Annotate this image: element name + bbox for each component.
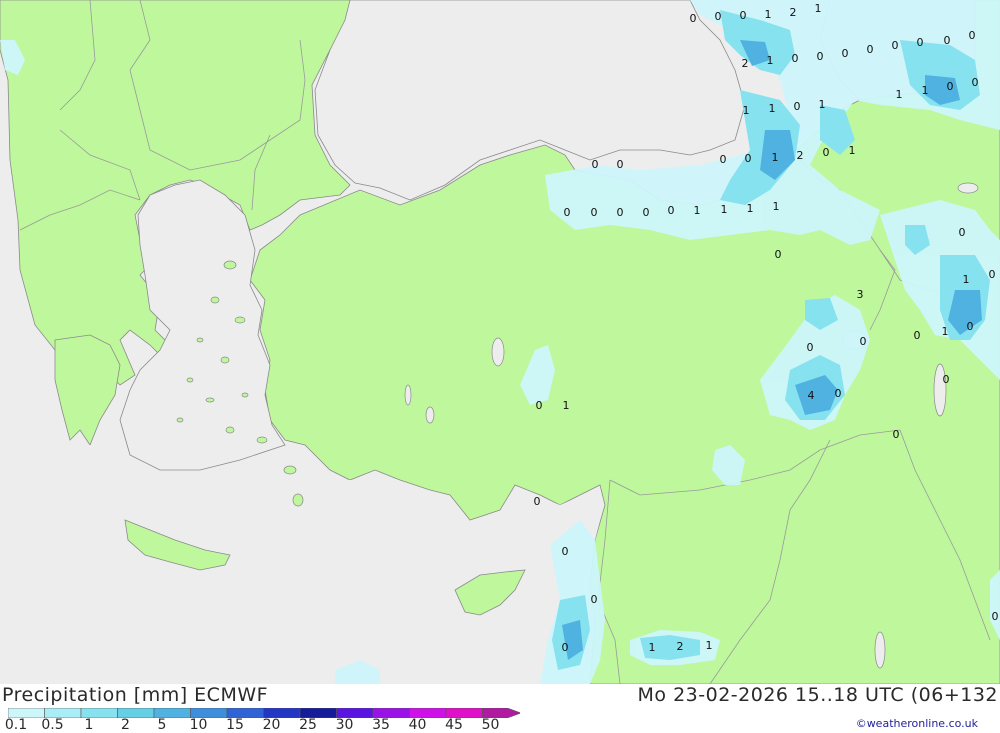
map-value: 2	[797, 149, 804, 162]
map-value: 3	[857, 288, 864, 301]
map-value: 0	[591, 206, 598, 219]
map-value: 1	[743, 104, 750, 117]
map-value: 1	[896, 88, 903, 101]
map-value: 0	[992, 610, 999, 623]
map-value: 0	[892, 39, 899, 52]
map-value: 0	[617, 158, 624, 171]
map-value: 1	[819, 98, 826, 111]
forecast-map-panel: 0 0 0 1 2 1 0 2 1 0 0 0 0 0 0 0 0 0 1 1 …	[0, 0, 1000, 733]
map-value: 4	[808, 389, 815, 402]
map-value: 0	[775, 248, 782, 261]
map-value: 0	[720, 153, 727, 166]
map-value: 0	[944, 34, 951, 47]
legend-label: 10	[189, 717, 208, 733]
map-value: 0	[842, 47, 849, 60]
map-value: 0	[794, 100, 801, 113]
map-value: 0	[617, 206, 624, 219]
map-value: 1	[769, 102, 776, 115]
credit-link[interactable]: ©weatheronline.co.uk	[856, 717, 978, 730]
map-value: 0	[823, 146, 830, 159]
map-value: 2	[790, 6, 797, 19]
map-value: 0	[592, 158, 599, 171]
legend-label: 20	[262, 717, 281, 733]
map-value: 1	[706, 639, 713, 652]
map-value: 0	[715, 10, 722, 23]
map-value: 1	[815, 2, 822, 15]
legend-label: 1	[84, 717, 94, 733]
map-value: 0	[643, 206, 650, 219]
legend-label: 25	[299, 717, 317, 733]
map-value: 0	[893, 428, 900, 441]
legend-label: 45	[445, 717, 463, 733]
map-value: 1	[649, 641, 656, 654]
legend-label: 15	[226, 717, 244, 733]
map-value: 1	[721, 203, 728, 216]
map-value: 0	[914, 329, 921, 342]
map-value: 1	[563, 399, 570, 412]
map-value: 0	[745, 152, 752, 165]
map-value: 0	[668, 204, 675, 217]
map-value: 0	[562, 545, 569, 558]
map-value: 0	[807, 341, 814, 354]
map-value: 2	[742, 57, 749, 70]
map-value: 1	[767, 54, 774, 67]
map-value: 0	[690, 12, 697, 25]
map-value: 1	[942, 325, 949, 338]
map-value: 0	[959, 226, 966, 239]
legend-label: 40	[408, 717, 427, 733]
map-value: 0	[534, 495, 541, 508]
map-value: 1	[773, 200, 780, 213]
map-value: 0	[969, 29, 976, 42]
map-value: 0	[562, 641, 569, 654]
map-value: 0	[943, 373, 950, 386]
map-value: 0	[860, 335, 867, 348]
map-value: 0	[947, 80, 954, 93]
map-value: 0	[817, 50, 824, 63]
map-value: 0	[835, 387, 842, 400]
precipitation-map: 0 0 0 1 2 1 0 2 1 0 0 0 0 0 0 0 0 0 1 1 …	[0, 0, 1000, 684]
legend-footer: Precipitation [mm] ECMWF Mo 23-02-2026 1…	[0, 684, 1000, 733]
map-value: 0	[740, 9, 747, 22]
map-value: 1	[694, 204, 701, 217]
valid-time: Mo 23-02-2026 15..18 UTC (06+132	[637, 684, 998, 706]
legend-label: 0.1	[4, 717, 28, 733]
map-value: 1	[765, 8, 772, 21]
legend-label: 2	[121, 717, 130, 733]
map-value: 1	[747, 202, 754, 215]
legend-label: 0.5	[41, 717, 64, 733]
map-value: 1	[963, 273, 970, 286]
map-value: 0	[564, 206, 571, 219]
map-value: 0	[967, 320, 974, 333]
map-value: 1	[922, 84, 929, 97]
legend-label: 30	[335, 717, 354, 733]
map-title: Precipitation [mm] ECMWF	[2, 684, 269, 706]
legend-label: 35	[372, 717, 390, 733]
map-value: 0	[536, 399, 543, 412]
map-value: 0	[867, 43, 874, 56]
map-value: 2	[677, 640, 684, 653]
legend-label: 5	[157, 717, 167, 733]
map-value: 0	[917, 36, 924, 49]
map-value: 1	[849, 144, 856, 157]
map-value: 0	[989, 268, 996, 281]
map-value: 0	[972, 76, 979, 89]
map-value: 0	[792, 52, 799, 65]
map-value: 0	[591, 593, 598, 606]
map-value: 1	[772, 151, 779, 164]
legend-label: 50	[481, 717, 500, 733]
color-scale-labels: 0.1 0.5 1 2 5 10 15 20 25 30 35 40 45 50	[0, 718, 520, 733]
